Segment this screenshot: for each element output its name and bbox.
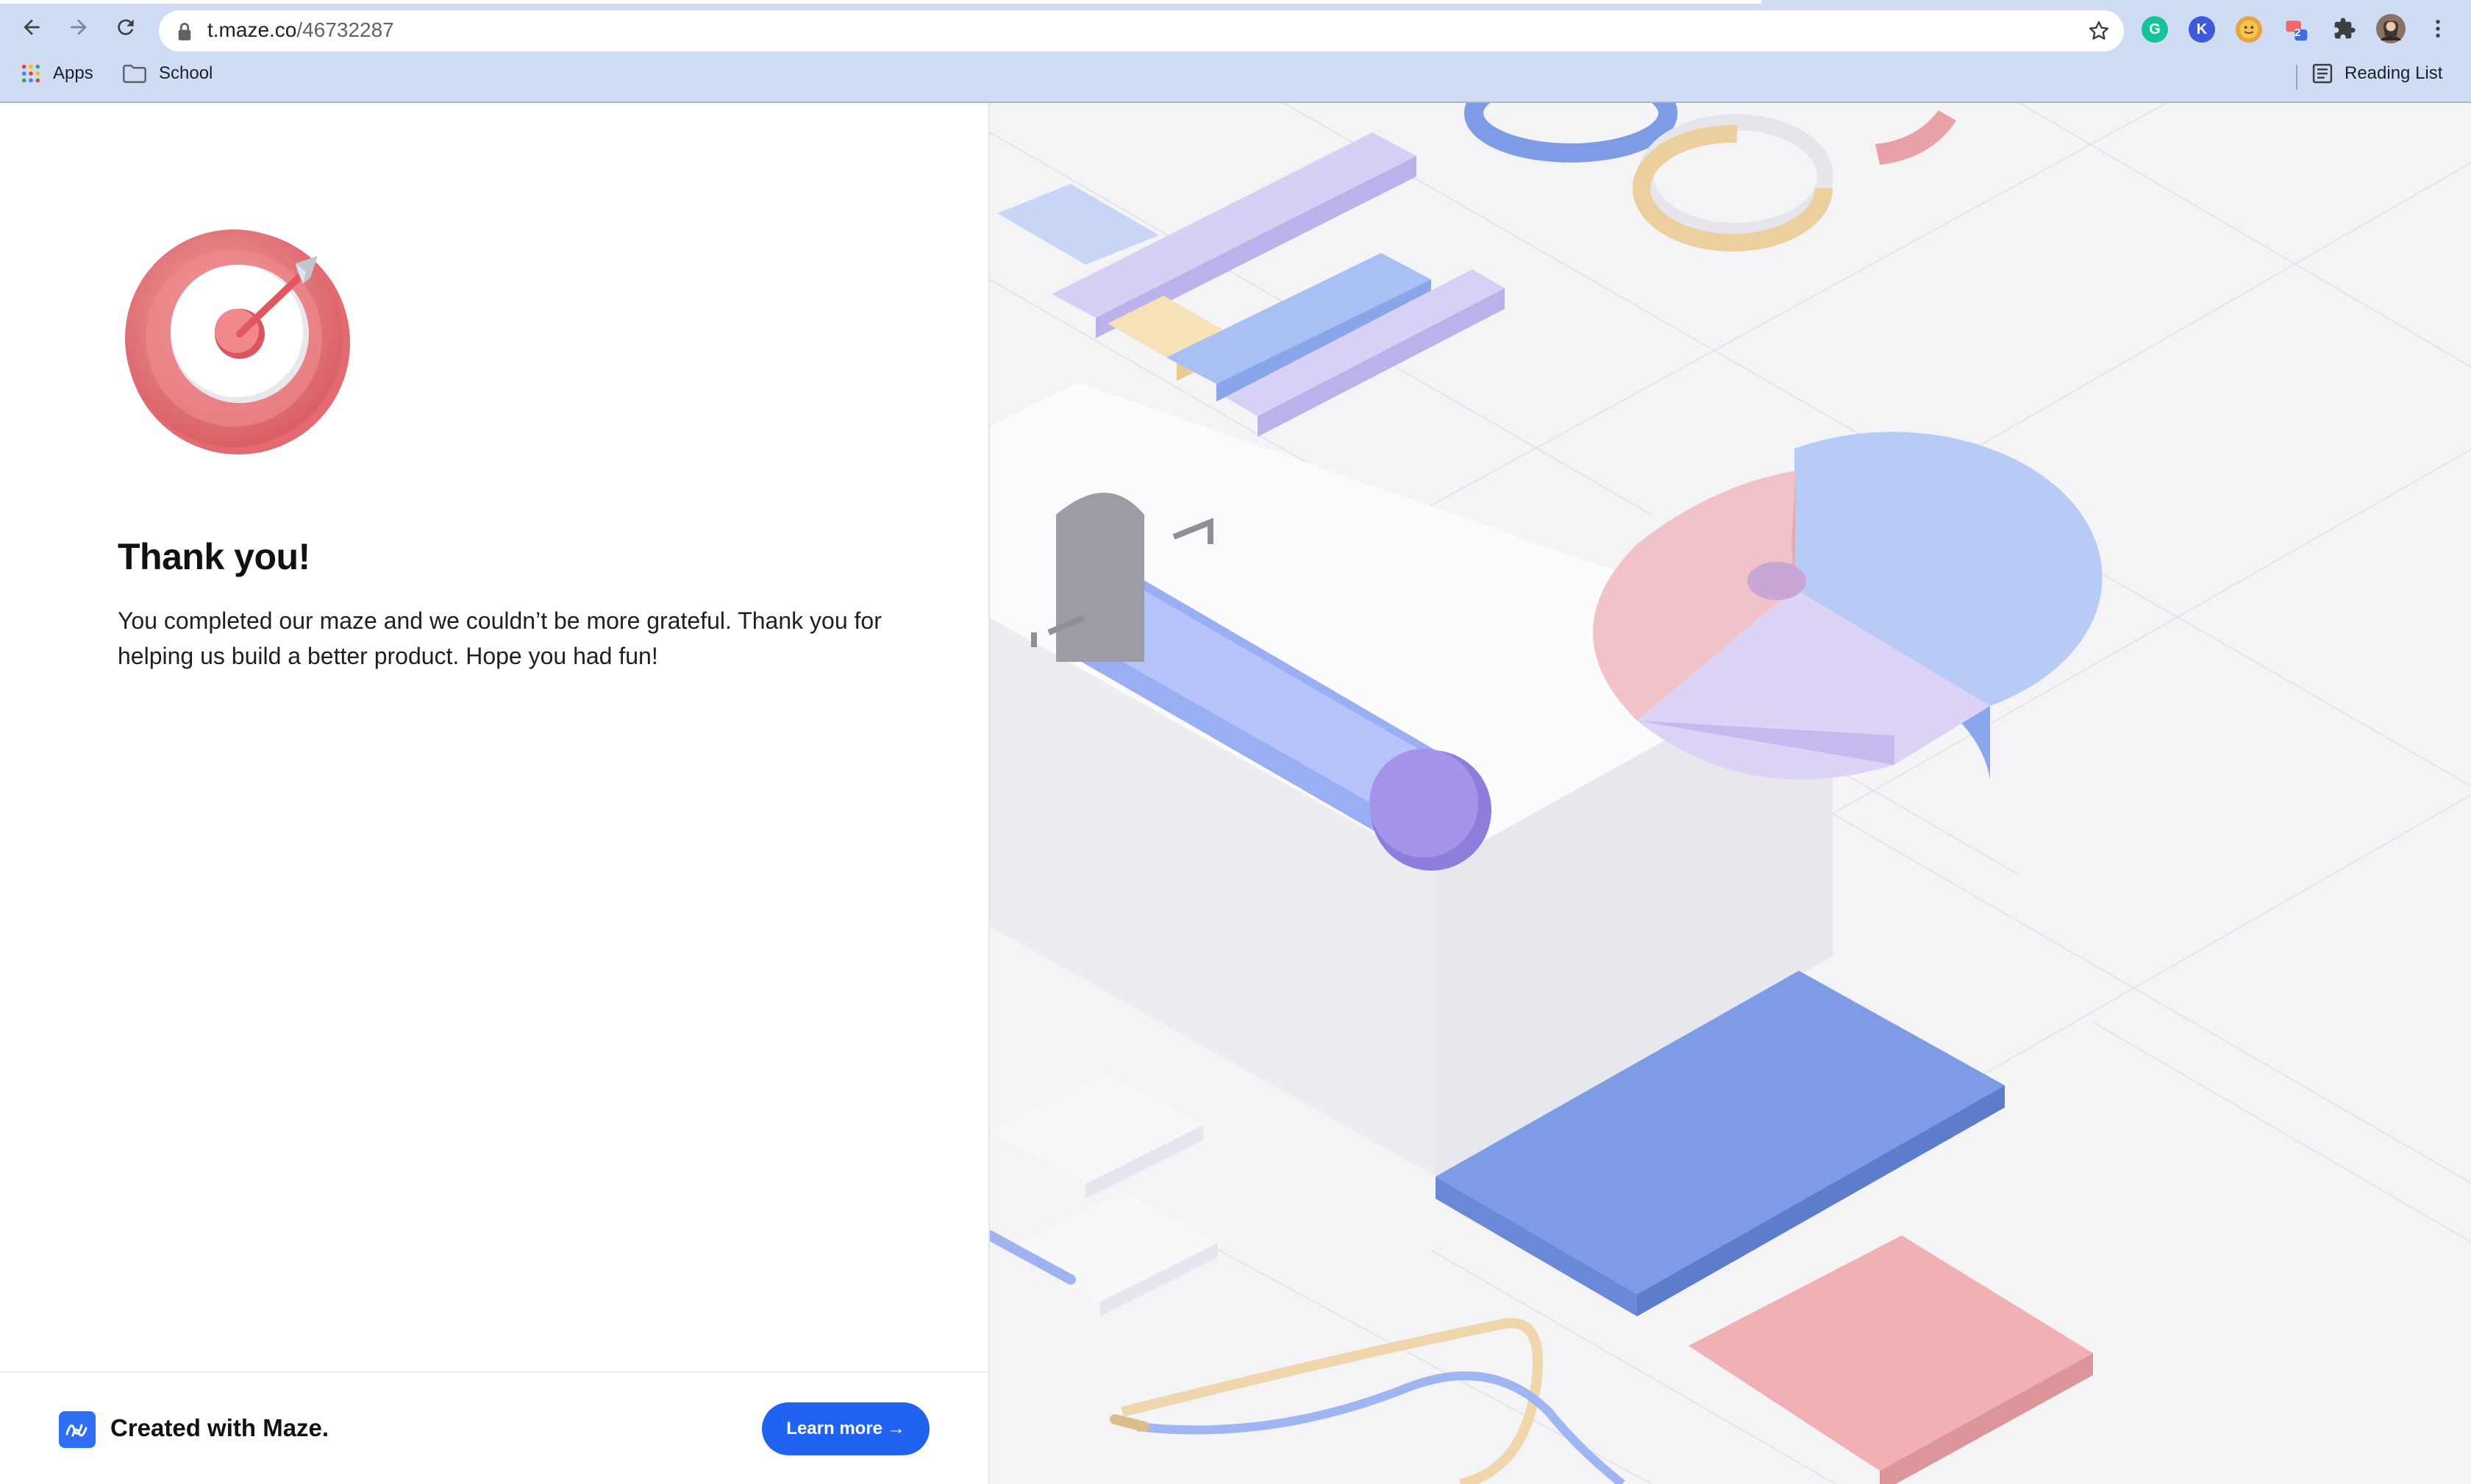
browser-chrome: t.maze.co/46732287 G K 2 Apps School Rea… — [0, 0, 2471, 103]
k-extension-icon[interactable]: K — [2189, 16, 2215, 43]
bookmark-school-label: School — [159, 63, 213, 83]
target-bullseye-icon — [125, 229, 350, 454]
extensions-button[interactable] — [2328, 12, 2361, 46]
puzzle-icon — [2334, 18, 2356, 39]
reload-button[interactable] — [109, 10, 143, 44]
maze-logo-icon — [59, 1411, 96, 1448]
bookmark-star-icon[interactable] — [2087, 19, 2111, 43]
apps-grid-icon — [21, 64, 40, 83]
emoji-extension-icon[interactable] — [2236, 16, 2262, 43]
decorative-illustration — [988, 103, 2471, 1484]
grammarly-glyph: G — [2149, 21, 2161, 38]
avatar-icon — [2376, 14, 2406, 43]
reading-list-button[interactable]: Reading List — [2312, 63, 2442, 84]
k-glyph: K — [2196, 21, 2208, 38]
learn-more-button[interactable]: Learn more → — [762, 1402, 930, 1455]
bookmarks-separator — [2296, 65, 2297, 90]
lock-icon — [178, 23, 191, 40]
more-vertical-icon — [2436, 20, 2440, 38]
maze-footer: Created with Maze. Learn more → — [0, 1371, 988, 1484]
back-button[interactable] — [15, 10, 49, 44]
arrow-right-icon — [71, 19, 87, 35]
url-path: /46732287 — [296, 18, 394, 41]
emoji-face-icon — [2239, 20, 2258, 39]
bookmark-school[interactable]: School — [122, 63, 213, 84]
forward-button[interactable] — [62, 10, 96, 44]
bookmark-apps-label: Apps — [53, 63, 93, 83]
url-host: t.maze.co — [207, 18, 297, 41]
folder-icon — [123, 64, 146, 83]
reading-list-icon — [2312, 63, 2333, 84]
bookmark-apps[interactable]: Apps — [21, 63, 93, 84]
reload-icon — [118, 19, 134, 35]
bookmarks-bar: Apps School Reading List — [0, 59, 2471, 96]
reading-list-label: Reading List — [2345, 63, 2443, 83]
created-with-maze-text: Created with Maze. — [110, 1414, 329, 1441]
completion-message: You completed our maze and we couldn’t b… — [118, 607, 882, 669]
page-title: Thank you! — [118, 536, 310, 577]
badge-extension-icon[interactable]: 2 — [2283, 16, 2309, 43]
profile-avatar[interactable] — [2374, 12, 2408, 46]
page-load-bar — [0, 0, 1761, 4]
extension-badge: 2 — [2294, 26, 2301, 39]
grammarly-extension-icon[interactable]: G — [2142, 16, 2168, 43]
arrow-left-icon — [24, 19, 40, 35]
address-bar[interactable]: t.maze.co/46732287 — [159, 10, 2124, 51]
thank-you-panel: Thank you! You completed our maze and we… — [0, 103, 988, 1484]
browser-menu-button[interactable] — [2421, 12, 2455, 46]
browser-toolbar: t.maze.co/46732287 G K 2 — [0, 6, 2471, 51]
url-text: t.maze.co/46732287 — [207, 18, 394, 42]
isometric-maze-illustration — [990, 103, 2471, 1484]
